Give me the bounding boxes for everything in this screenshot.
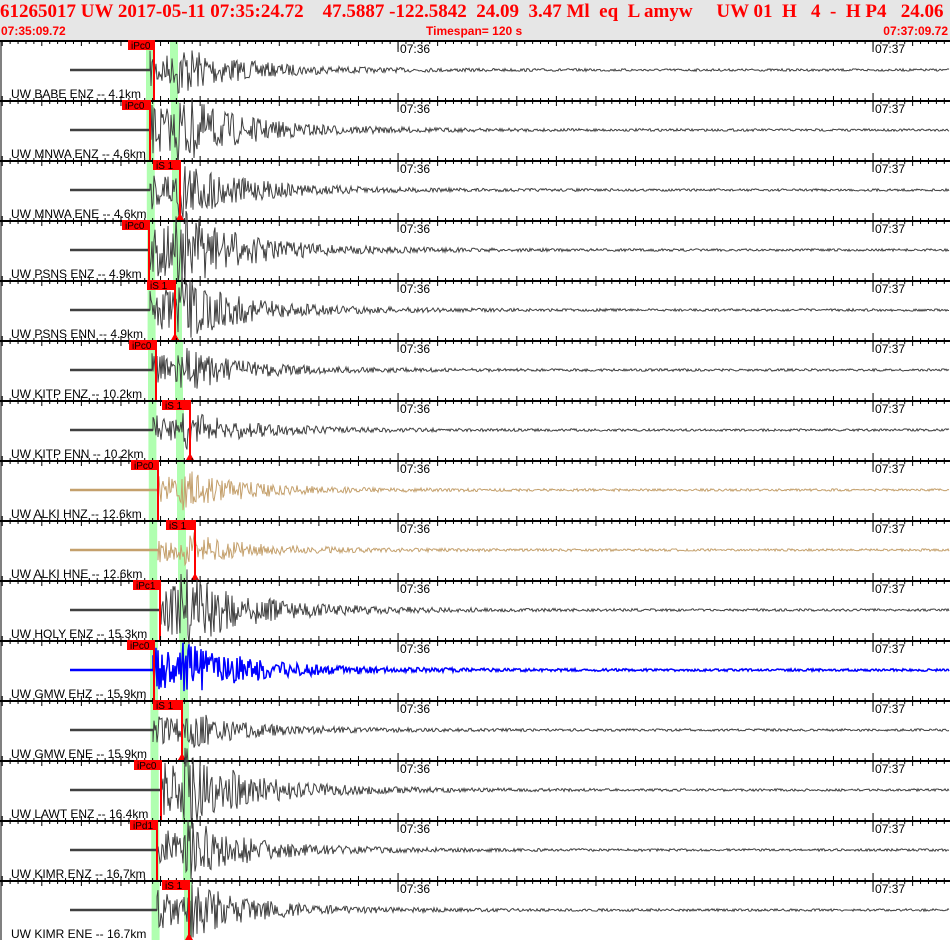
channel-panel[interactable]: 07:36 07:37 iPc0 UW BABE ENZ -- 4.1km bbox=[0, 40, 950, 101]
time-label: 07:36 bbox=[400, 522, 430, 536]
pick-label: iPc0 bbox=[137, 761, 157, 772]
time-label: 07:36 bbox=[400, 102, 430, 116]
pick-label: iPc0 bbox=[131, 41, 151, 52]
time-label: 07:36 bbox=[400, 462, 430, 476]
time-label: 07:36 bbox=[400, 342, 430, 356]
channel-panel[interactable]: 07:36 07:37 iS 1 UW GMW ENE -- 15.9km bbox=[0, 693, 950, 761]
time-label: 07:36 bbox=[400, 402, 430, 416]
pick-label: iPc1 bbox=[136, 581, 156, 592]
time-label: 07:36 bbox=[400, 282, 430, 296]
time-label: 07:37 bbox=[875, 342, 905, 356]
time-label: 07:37 bbox=[875, 462, 905, 476]
time-label: 07:37 bbox=[875, 402, 905, 416]
channel-panel[interactable]: 07:36 07:37 iS 1 UW MNWA ENE -- 4.6km bbox=[0, 153, 950, 221]
waveform bbox=[70, 884, 950, 940]
time-label: 07:37 bbox=[875, 162, 905, 176]
channel-label: UW GMW ENE -- 15.9km bbox=[11, 747, 147, 761]
channel-label: UW BABE ENZ -- 4.1km bbox=[11, 87, 141, 101]
pick-label: iPd1 bbox=[133, 821, 153, 832]
channel-panel[interactable]: 07:36 07:37 iS 1 UW PSNS ENN -- 4.9km bbox=[0, 273, 950, 341]
channel-label: UW KIMR ENE -- 16.7km bbox=[11, 927, 146, 940]
waveform bbox=[70, 531, 950, 567]
waveform bbox=[70, 820, 950, 879]
s-window bbox=[177, 460, 185, 520]
time-label: 07:37 bbox=[875, 42, 905, 56]
end-time: 07:37:09.72 bbox=[883, 24, 948, 38]
time-label: 07:36 bbox=[400, 822, 430, 836]
pick-marker-icon bbox=[186, 453, 194, 460]
channel-panel[interactable]: 07:36 07:37 iS 1 UW ALKI HNE -- 12.6km bbox=[0, 513, 950, 581]
channel-label: UW KITP ENZ -- 10.2km bbox=[11, 387, 142, 401]
channel-label: UW KITP ENN -- 10.2km bbox=[11, 447, 143, 461]
pick-label: iS 1 bbox=[165, 401, 183, 412]
time-label: 07:36 bbox=[400, 702, 430, 716]
channel-panel[interactable]: 07:36 07:37 iS 1 UW KITP ENN -- 10.2km bbox=[0, 393, 950, 461]
time-label: 07:36 bbox=[400, 162, 430, 176]
channel-label: UW KIMR ENZ -- 16.7km bbox=[11, 867, 146, 881]
channel-label: UW ALKI HNZ -- 12.6km bbox=[11, 507, 142, 521]
time-label: 07:37 bbox=[875, 282, 905, 296]
waveform bbox=[70, 714, 950, 748]
time-label: 07:36 bbox=[400, 762, 430, 776]
channel-label: UW GMW EHZ -- 15.9km bbox=[11, 687, 146, 701]
channel-panel[interactable]: 07:36 07:37 iPc0 UW PSNS ENZ -- 4.9km bbox=[0, 210, 950, 286]
pick-label: iS 1 bbox=[165, 881, 183, 892]
time-label: 07:36 bbox=[400, 882, 430, 896]
channel-panel[interactable]: 07:36 07:37 iPc0 UW ALKI HNZ -- 12.6km bbox=[0, 453, 950, 521]
pick-label: iPc0 bbox=[132, 341, 152, 352]
channel-panel[interactable]: 07:36 07:37 iPc0 UW GMW EHZ -- 15.9km bbox=[0, 633, 950, 701]
waveform bbox=[70, 50, 950, 94]
time-label: 07:36 bbox=[400, 42, 430, 56]
waveform bbox=[70, 275, 950, 338]
time-label: 07:37 bbox=[875, 522, 905, 536]
channel-label: UW MNWA ENE -- 4.6km bbox=[11, 207, 147, 221]
channel-label: UW MNWA ENZ -- 4.6km bbox=[11, 147, 146, 161]
time-label: 07:37 bbox=[875, 822, 905, 836]
channel-panel[interactable]: 07:36 07:37 iPc0 UW KITP ENZ -- 10.2km bbox=[0, 333, 950, 401]
time-label: 07:36 bbox=[400, 222, 430, 236]
pick-label: iPc0 bbox=[134, 461, 154, 472]
waveform bbox=[70, 471, 950, 511]
pick-label: iS 1 bbox=[169, 521, 187, 532]
pick-label: iPc0 bbox=[130, 641, 150, 652]
timespan: Timespan= 120 s bbox=[426, 24, 523, 38]
pick-label: iPc0 bbox=[125, 221, 145, 232]
pick-label: iS 1 bbox=[150, 281, 168, 292]
pick-label: iS 1 bbox=[156, 701, 174, 712]
time-label: 07:36 bbox=[400, 642, 430, 656]
waveform bbox=[70, 642, 950, 692]
channel-panel[interactable]: 07:36 07:37 iPc1 UW HOLY ENZ -- 15.3km bbox=[0, 569, 950, 645]
channel-panel[interactable]: 07:36 07:37 iS 1 UW KIMR ENE -- 16.7km bbox=[0, 873, 950, 940]
waveform bbox=[70, 98, 950, 166]
channel-panel[interactable]: 07:36 07:37 iPc0 UW MNWA ENZ -- 4.6km bbox=[0, 93, 950, 166]
time-label: 07:37 bbox=[875, 102, 905, 116]
time-label: 07:36 bbox=[400, 582, 430, 596]
pick-label: iPc0 bbox=[125, 101, 145, 112]
time-label: 07:37 bbox=[875, 882, 905, 896]
time-label: 07:37 bbox=[875, 642, 905, 656]
time-label: 07:37 bbox=[875, 222, 905, 236]
waveform bbox=[70, 166, 950, 219]
channel-label: UW HOLY ENZ -- 15.3km bbox=[11, 627, 147, 641]
time-label: 07:37 bbox=[875, 762, 905, 776]
channel-label: UW PSNS ENN -- 4.9km bbox=[11, 327, 143, 341]
waveform bbox=[70, 413, 950, 450]
waveform bbox=[70, 348, 950, 389]
channel-label: UW PSNS ENZ -- 4.9km bbox=[11, 267, 142, 281]
time-label: 07:37 bbox=[875, 702, 905, 716]
seismogram-panels[interactable]: 07:36 07:37iPc0UW BABE ENZ -- 4.1km07:36 0… bbox=[0, 40, 950, 940]
channel-panel[interactable]: 07:36 07:37 iPd1 UW KIMR ENZ -- 16.7km bbox=[0, 813, 950, 881]
channel-label: UW ALKI HNE -- 12.6km bbox=[11, 567, 142, 581]
event-summary: 61265017 UW 2017-05-11 07:35:24.72 47.58… bbox=[0, 1, 950, 22]
start-time: 07:35:09.72 bbox=[1, 24, 66, 38]
channel-label: UW LAWT ENZ -- 16.4km bbox=[11, 807, 148, 821]
time-label: 07:37 bbox=[875, 582, 905, 596]
pick-label: iS 1 bbox=[156, 161, 174, 172]
event-header: 61265017 UW 2017-05-11 07:35:24.72 47.58… bbox=[0, 0, 950, 40]
